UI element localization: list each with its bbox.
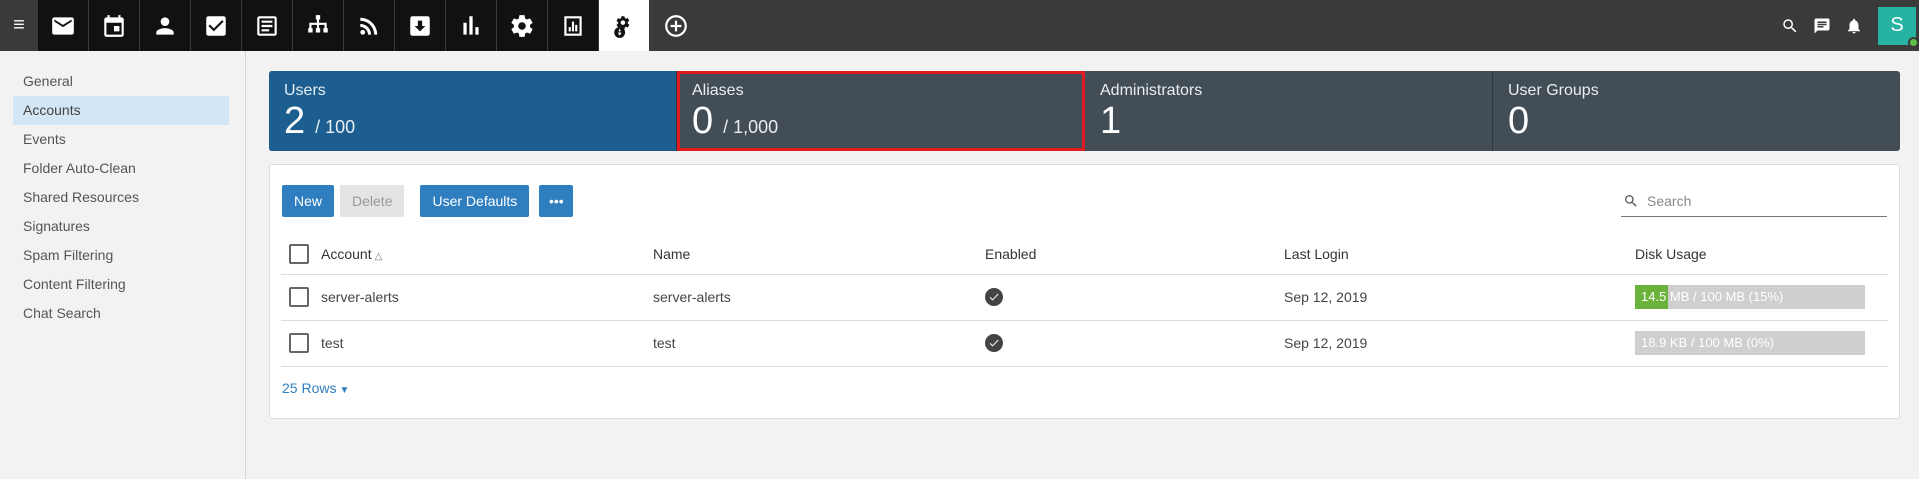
rows-per-page-dropdown[interactable]: 25 Rows ▼ [282, 380, 349, 396]
rows-per-page-label: 25 Rows [282, 380, 337, 396]
sidebar: General Accounts Events Folder Auto-Clea… [0, 51, 246, 479]
user-defaults-button[interactable]: User Defaults [420, 185, 530, 217]
column-header-name[interactable]: Name [653, 235, 985, 275]
stat-administrators-value: 1 [1100, 100, 1122, 142]
stat-aliases-label: Aliases [692, 82, 744, 99]
stat-user-groups[interactable]: User Groups 0 [1493, 71, 1900, 151]
sidebar-item-general[interactable]: General [13, 67, 229, 96]
top-bar: ≡ S [0, 0, 1919, 51]
stat-aliases[interactable]: Aliases 0 / 1,000 [677, 71, 1085, 151]
stat-user-groups-label: User Groups [1508, 82, 1599, 99]
notes-icon[interactable] [242, 0, 293, 51]
mail-icon[interactable] [38, 0, 89, 51]
disk-usage-text: 14.5 MB / 100 MB (15%) [1641, 289, 1784, 304]
domain-settings-icon[interactable] [599, 0, 650, 51]
table-row[interactable]: test test Sep 12, 2019 18.9 KB / 100 MB … [281, 320, 1888, 367]
sidebar-item-signatures[interactable]: Signatures [13, 212, 229, 241]
app-switcher [38, 0, 701, 51]
table-row[interactable]: server-alerts server-alerts Sep 12, 2019… [281, 274, 1888, 321]
stat-users-value: 2 [284, 100, 306, 142]
disk-usage-bar: 18.9 KB / 100 MB (0%) [1635, 331, 1865, 355]
table-header-row: Account △ Name Enabled Last Login Disk Us… [281, 235, 1888, 275]
stat-administrators-label: Administrators [1100, 82, 1203, 99]
sidebar-item-folder-auto-clean[interactable]: Folder Auto-Clean [13, 154, 229, 183]
cell-name: test [653, 320, 985, 367]
rss-icon[interactable] [344, 0, 395, 51]
enabled-check-icon [985, 334, 1003, 352]
new-button[interactable]: New [282, 185, 335, 217]
column-header-disk-usage[interactable]: Disk Usage [1635, 235, 1888, 275]
row-checkbox[interactable] [289, 287, 309, 307]
sidebar-item-content-filtering[interactable]: Content Filtering [13, 270, 229, 299]
tasks-icon[interactable] [191, 0, 242, 51]
settings-icon[interactable] [497, 0, 548, 51]
column-header-last-login[interactable]: Last Login [1284, 235, 1635, 275]
cell-name: server-alerts [653, 274, 985, 321]
cell-last-login: Sep 12, 2019 [1284, 320, 1635, 367]
column-header-enabled[interactable]: Enabled [985, 235, 1284, 275]
sort-ascending-icon: △ [374, 251, 383, 263]
online-status-dot [1908, 36, 1919, 48]
stat-aliases-limit: / 1,000 [723, 117, 779, 137]
stat-aliases-value: 0 [692, 100, 714, 142]
chevron-down-icon: ▼ [339, 385, 350, 396]
row-checkbox[interactable] [289, 333, 309, 353]
column-header-account-label: Account [321, 246, 372, 263]
hamburger-menu-icon[interactable]: ≡ [0, 0, 38, 51]
cell-last-login: Sep 12, 2019 [1284, 274, 1635, 321]
disk-usage-text: 18.9 KB / 100 MB (0%) [1641, 335, 1774, 350]
stat-users[interactable]: Users 2 / 100 [269, 71, 677, 151]
domain-reports-icon[interactable] [548, 0, 599, 51]
avatar[interactable]: S [1878, 6, 1919, 48]
sitemap-icon[interactable] [293, 0, 344, 51]
select-all-checkbox[interactable] [289, 244, 309, 265]
search-input[interactable] [1647, 192, 1867, 209]
sidebar-item-events[interactable]: Events [13, 125, 229, 154]
bell-icon[interactable] [1838, 0, 1870, 51]
avatar-letter: S [1890, 14, 1904, 36]
file-storage-icon[interactable] [395, 0, 446, 51]
cell-account: test [321, 320, 653, 367]
enabled-check-icon [985, 288, 1003, 306]
contacts-icon[interactable] [140, 0, 191, 51]
reports-icon[interactable] [446, 0, 497, 51]
disk-usage-bar: 14.5 MB / 100 MB (15%) [1635, 285, 1865, 309]
sidebar-item-accounts[interactable]: Accounts [13, 96, 229, 125]
more-options-button[interactable]: ••• [539, 185, 574, 217]
search-box [1621, 185, 1887, 217]
add-circle-icon[interactable] [650, 0, 701, 51]
accounts-panel: New Delete User Defaults ••• Account△ Na… [269, 164, 1900, 419]
stat-users-limit: / 100 [315, 117, 356, 137]
accounts-table: Account △ Name Enabled Last Login Disk Us… [281, 235, 1888, 367]
stat-administrators[interactable]: Administrators 1 [1085, 71, 1493, 151]
stat-users-label: Users [284, 82, 326, 99]
cell-account: server-alerts [321, 274, 653, 321]
chat-icon[interactable] [1806, 0, 1838, 51]
stats-tiles: Users 2 / 100 Aliases 0 / 1,000 Administra… [269, 71, 1900, 151]
calendar-icon[interactable] [89, 0, 140, 51]
toolbar: New Delete User Defaults ••• [282, 185, 579, 217]
column-header-account[interactable]: Account △ [321, 235, 653, 275]
top-right-tools: S [1774, 0, 1919, 51]
sidebar-item-chat-search[interactable]: Chat Search [13, 299, 229, 328]
search-icon[interactable] [1774, 0, 1806, 51]
sidebar-item-spam-filtering[interactable]: Spam Filtering [13, 241, 229, 270]
search-icon [1625, 194, 1637, 207]
stat-user-groups-value: 0 [1508, 100, 1530, 142]
delete-button[interactable]: Delete [340, 185, 405, 217]
sidebar-item-shared-resources[interactable]: Shared Resources [13, 183, 229, 212]
